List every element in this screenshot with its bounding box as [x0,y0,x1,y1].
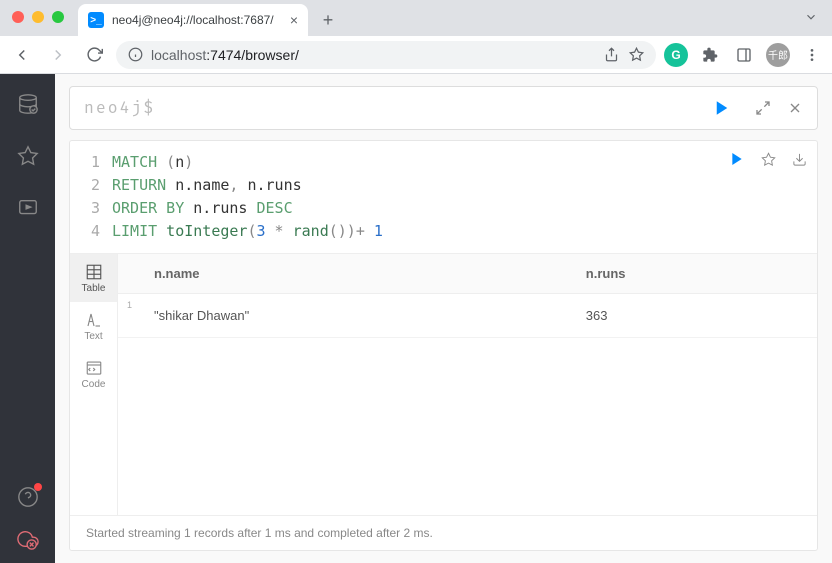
main-panel: neo4j$ 1234 MATCH (n)RETURN n.name, n.ru… [55,74,832,563]
maximize-window-icon[interactable] [52,11,64,23]
close-icon[interactable] [787,100,803,116]
tab-table[interactable]: Table [70,254,117,302]
results-table: n.namen.runs 1"shikar Dhawan"363 [118,254,817,338]
download-icon[interactable] [792,152,807,167]
run-query-button[interactable] [713,99,731,117]
back-button[interactable] [8,41,36,69]
run-button[interactable] [729,151,745,167]
grammarly-extension-icon[interactable]: G [664,43,688,67]
extensions-row: G 千郎 [664,43,824,67]
favorites-icon[interactable] [16,144,40,168]
result-frame: 1234 MATCH (n)RETURN n.name, n.runsORDER… [69,140,818,551]
browser-tabstrip: >_ neo4j@neo4j://localhost:7687/ × + [0,0,832,36]
url-text: localhost:7474/browser/ [151,47,299,63]
chrome-menu-icon[interactable] [800,43,824,67]
browser-toolbar: localhost:7474/browser/ G 千郎 [0,36,832,74]
window-controls [12,11,64,23]
tab-code[interactable]: Code [70,350,117,398]
favorite-icon[interactable] [761,152,776,167]
browser-tab[interactable]: >_ neo4j@neo4j://localhost:7687/ × [78,4,308,36]
tab-text[interactable]: Text [70,302,117,350]
tab-close-icon[interactable]: × [290,12,298,28]
app-sidebar [0,74,55,563]
share-icon[interactable] [604,47,619,62]
column-header: n.runs [568,254,817,294]
line-gutter: 1234 [70,151,112,243]
site-info-icon[interactable] [128,47,143,62]
fullscreen-icon[interactable] [755,100,771,116]
results-table-wrap: n.namen.runs 1"shikar Dhawan"363 [118,254,817,515]
query-code: MATCH (n)RETURN n.name, n.runsORDER BY n… [112,151,383,243]
table-cell: "shikar Dhawan" [136,294,568,338]
tab-favicon: >_ [88,12,104,28]
tab-title: neo4j@neo4j://localhost:7687/ [112,13,282,27]
prompt-label: neo4j$ [84,98,155,118]
close-window-icon[interactable] [12,11,24,23]
query-editor[interactable]: 1234 MATCH (n)RETURN n.name, n.runsORDER… [70,141,817,254]
cloud-error-icon[interactable] [16,527,40,551]
neo4j-browser: neo4j$ 1234 MATCH (n)RETURN n.name, n.ru… [0,74,832,563]
table-row[interactable]: 1"shikar Dhawan"363 [118,294,817,338]
bookmark-icon[interactable] [629,47,644,62]
guides-icon[interactable] [16,196,40,220]
minimize-window-icon[interactable] [32,11,44,23]
query-prompt-bar[interactable]: neo4j$ [69,86,818,130]
column-header: n.name [136,254,568,294]
reload-button[interactable] [80,41,108,69]
side-panel-icon[interactable] [732,43,756,67]
address-bar[interactable]: localhost:7474/browser/ [116,41,656,69]
notification-badge [34,483,42,491]
view-mode-tabs: Table Text Code [70,254,118,515]
database-icon[interactable] [16,92,40,116]
forward-button[interactable] [44,41,72,69]
new-tab-button[interactable]: + [314,6,342,34]
table-cell: 363 [568,294,817,338]
extensions-icon[interactable] [698,43,722,67]
tabs-dropdown-icon[interactable] [804,10,818,24]
status-footer: Started streaming 1 records after 1 ms a… [70,515,817,550]
profile-avatar[interactable]: 千郎 [766,43,790,67]
